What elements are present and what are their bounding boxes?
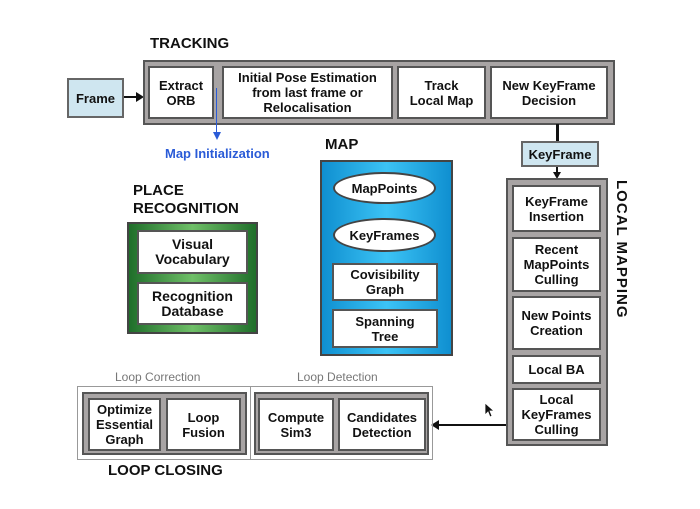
new-points-creation-box: New Points Creation	[512, 296, 601, 350]
local-mapping-title: LOCAL MAPPING	[613, 180, 630, 319]
keyframes-ellipse: KeyFrames	[333, 218, 436, 252]
track-local-map-box: Track Local Map	[397, 66, 486, 119]
orb-slam-diagram: TRACKING Frame Extract ORB Initial Pose …	[0, 0, 700, 509]
new-keyframe-decision-box: New KeyFrame Decision	[490, 66, 608, 119]
covisibility-graph-box: Covisibility Graph	[332, 263, 438, 301]
arrow-down-icon	[213, 132, 221, 140]
spanning-tree-box: Spanning Tree	[332, 309, 438, 348]
map-init-arrow-line	[216, 88, 217, 133]
recognition-database-box: Recognition Database	[137, 282, 248, 325]
optimize-essential-graph-box: Optimize Essential Graph	[88, 398, 161, 451]
initial-pose-box: Initial Pose Estimation from last frame …	[222, 66, 393, 119]
candidates-detection-box: Candidates Detection	[338, 398, 426, 451]
map-title: MAP	[325, 136, 359, 153]
frame-box: Frame	[67, 78, 124, 118]
loop-arrow-line	[438, 424, 506, 426]
keyframe-insertion-box: KeyFrame Insertion	[512, 185, 601, 232]
visual-vocabulary-box: Visual Vocabulary	[137, 230, 248, 274]
recent-mappoints-culling-box: Recent MapPoints Culling	[512, 237, 601, 292]
mappoints-ellipse: MapPoints	[333, 172, 436, 204]
tracking-title: TRACKING	[150, 35, 230, 52]
loop-fusion-box: Loop Fusion	[166, 398, 241, 451]
keyframe-box: KeyFrame	[521, 141, 599, 167]
loop-detection-label: Loop Detection	[297, 370, 378, 384]
loop-correction-label: Loop Correction	[115, 370, 201, 384]
keyframe-line	[556, 124, 559, 141]
mouse-cursor-icon	[484, 402, 496, 418]
compute-sim3-box: Compute Sim3	[258, 398, 334, 451]
loop-closing-title: LOOP CLOSING	[108, 462, 223, 479]
map-initialization-label: Map Initialization	[165, 146, 270, 161]
local-ba-box: Local BA	[512, 355, 601, 384]
extract-orb-box: Extract ORB	[148, 66, 214, 119]
place-recognition-title: PLACE RECOGNITION	[133, 182, 239, 217]
local-keyframes-culling-box: Local KeyFrames Culling	[512, 388, 601, 441]
